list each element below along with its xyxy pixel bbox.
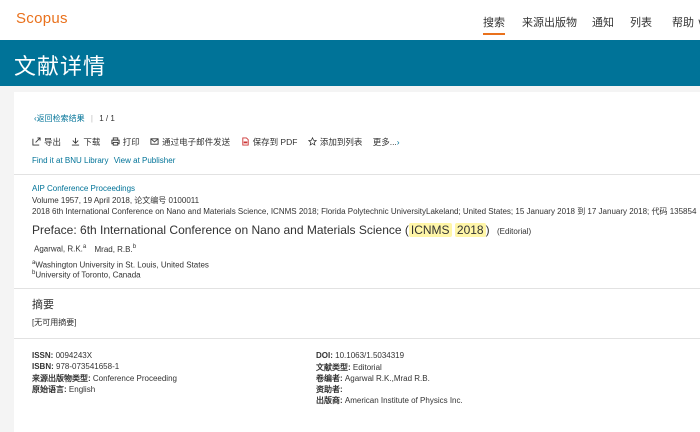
nav-alerts[interactable]: 通知	[592, 14, 614, 30]
print-icon	[111, 137, 120, 146]
page-banner: 文献详情	[0, 40, 700, 86]
document-type-tag: (Editorial)	[496, 227, 532, 236]
scopus-logo[interactable]: Scopus	[16, 10, 68, 27]
more-button[interactable]: 更多...›	[373, 137, 400, 147]
results-nav: ‹返回检索结果 | 1 / 1	[34, 113, 115, 124]
author-link[interactable]: Mrad, R.B.	[94, 245, 132, 254]
sponsors-field: 资助者:	[316, 385, 343, 394]
envelope-icon	[150, 138, 159, 145]
star-icon	[307, 137, 317, 146]
library-links: Find it at BNU Library View at Publisher	[32, 156, 175, 165]
divider	[14, 338, 700, 339]
divider	[14, 174, 700, 175]
highlight-term: ICNMS	[408, 223, 452, 237]
pdf-icon	[241, 137, 249, 146]
print-button[interactable]: 打印	[111, 137, 142, 147]
nav-search[interactable]: 搜索	[483, 14, 505, 35]
doi-field: DOI: 10.1063/1.5034319	[316, 351, 405, 360]
author-link[interactable]: Agarwal, R.K.	[34, 245, 83, 254]
export-button[interactable]: 导出	[32, 137, 63, 147]
download-icon	[72, 137, 80, 146]
chevron-right-icon: ›	[396, 137, 400, 147]
source-title-link[interactable]: AIP Conference Proceedings	[32, 184, 135, 193]
separator: |	[90, 114, 93, 123]
document-type-field: 文献类型: Editorial	[316, 363, 382, 372]
download-button[interactable]: 下载	[71, 137, 102, 147]
conference-info: 2018 6th International Conference on Nan…	[32, 207, 697, 216]
authors: Agarwal, R.K.a Mrad, R.B.b	[34, 244, 137, 254]
email-button[interactable]: 通过电子邮件发送	[150, 137, 232, 147]
page-title: 文献详情	[14, 54, 107, 79]
nav-help[interactable]: 帮助 ∨	[672, 14, 700, 30]
result-page-indicator: 1 / 1	[99, 114, 115, 123]
language-field: 原始语言: English	[32, 385, 96, 394]
save-pdf-button[interactable]: 保存到 PDF	[241, 137, 300, 147]
highlight-term: 2018	[454, 223, 486, 237]
article-title: Preface: 6th International Conference on…	[32, 223, 532, 237]
divider	[14, 288, 700, 289]
nav-sources[interactable]: 来源出版物	[522, 14, 577, 30]
export-toolbar: 导出 下载 打印 通过电子邮件发送 保存到 PDF 添加到列表 更多...›	[32, 136, 400, 148]
issn-field: ISSN: 0094243X	[32, 351, 93, 360]
abstract-text: [无可用摘要]	[32, 318, 77, 327]
affiliation-a: aWashington University in St. Louis, Uni…	[32, 260, 209, 270]
nav-lists[interactable]: 列表	[630, 14, 652, 30]
affiliation-b: bUniversity of Toronto, Canada	[32, 270, 141, 280]
document-details-card: ‹返回检索结果 | 1 / 1 导出 下载 打印 通过电子邮件发送 保存到 PD…	[14, 92, 700, 432]
publisher-field: 出版商: American Institute of Physics Inc.	[316, 396, 463, 405]
bnu-library-link[interactable]: Find it at BNU Library	[32, 156, 108, 165]
abstract-heading: 摘要	[32, 299, 54, 311]
add-to-list-button[interactable]: 添加到列表	[307, 137, 365, 147]
source-type-field: 来源出版物类型: Conference Proceeding	[32, 374, 177, 383]
export-icon	[32, 137, 41, 146]
source-volume: Volume 1957, 19 April 2018, 论文编号 0100011	[32, 196, 200, 205]
back-to-results-link[interactable]: 返回检索结果	[37, 114, 85, 123]
top-bar: Scopus 搜索 来源出版物 通知 列表 帮助 ∨	[0, 0, 700, 40]
view-at-publisher-link[interactable]: View at Publisher	[114, 156, 176, 165]
volume-editors-field: 卷编者: Agarwal R.K.,Mrad R.B.	[316, 374, 430, 383]
isbn-field: ISBN: 978-073541658-1	[32, 362, 120, 371]
